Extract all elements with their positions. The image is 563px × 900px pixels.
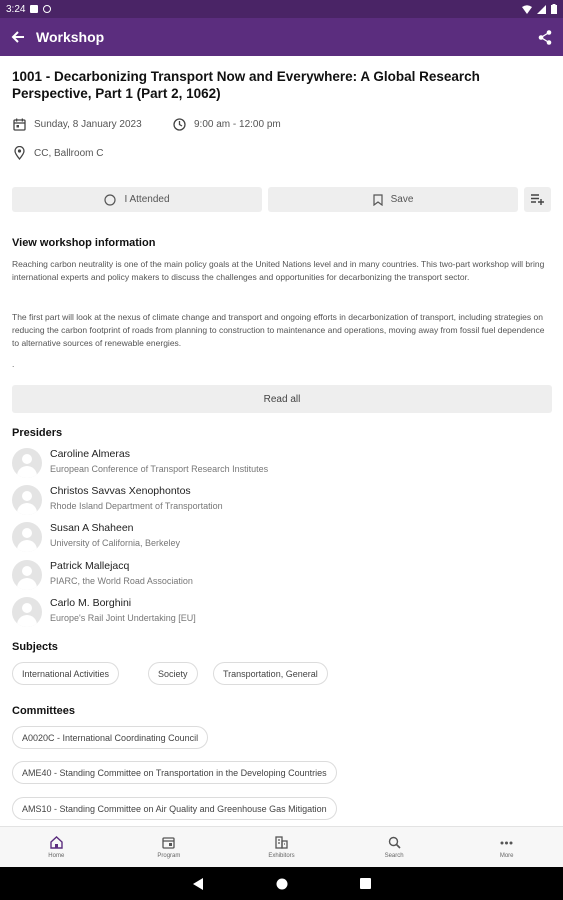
workshop-description-trailing: . (12, 359, 15, 369)
more-icon (500, 836, 514, 850)
i-attended-label: I Attended (124, 194, 170, 205)
location-pin-icon (12, 146, 26, 160)
avatar (12, 485, 42, 515)
presider-org: European Conference of Transport Researc… (50, 464, 269, 474)
system-recents-icon[interactable] (360, 878, 371, 889)
committee-chip[interactable]: AME40 - Standing Committee on Transporta… (12, 761, 337, 784)
nav-search-label: Search (384, 852, 404, 859)
presider-item[interactable]: Carlo M. Borghini Europe's Rail Joint Un… (12, 596, 552, 630)
presider-item[interactable]: Susan A Shaheen University of California… (12, 521, 552, 555)
presider-item[interactable]: Christos Savvas Xenophontos Rhode Island… (12, 484, 552, 518)
read-all-label: Read all (263, 393, 301, 405)
home-icon (49, 836, 63, 850)
search-icon (387, 836, 401, 850)
nav-home-label: Home (48, 852, 65, 859)
arrow-back-icon (11, 31, 24, 43)
presider-name: Christos Savvas Xenophontos (50, 485, 191, 497)
nav-program-label: Program (157, 852, 181, 859)
presiders-heading: Presiders (12, 427, 63, 439)
clock-icon (172, 117, 186, 131)
avatar (12, 522, 42, 552)
workshop-description-paragraph-2: The first part will look at the nexus of… (12, 312, 545, 348)
nav-search[interactable]: Search (338, 827, 451, 867)
nav-more-label: More (499, 852, 514, 859)
presider-org: Europe's Rail Joint Undertaking [EU] (50, 613, 196, 623)
subjects-heading: Subjects (12, 641, 58, 653)
bookmark-icon (372, 193, 383, 206)
nav-program[interactable]: Program (113, 827, 226, 867)
avatar (12, 448, 42, 478)
notification-icon (30, 5, 39, 13)
signal-icon (537, 4, 546, 14)
avatar (12, 560, 42, 590)
workshop-info-heading: View workshop information (12, 237, 156, 249)
nav-exhibitors[interactable]: Exhibitors (225, 827, 338, 867)
building-icon (274, 836, 288, 850)
app-bar-title: Workshop (36, 29, 105, 45)
event-date: Sunday, 8 January 2023 (34, 118, 142, 130)
presider-name: Carlo M. Borghini (50, 597, 132, 609)
status-bar: 3:24 (0, 0, 563, 18)
add-to-playlist-button[interactable] (524, 187, 551, 212)
event-date-row: Sunday, 8 January 2023 (12, 117, 142, 131)
bottom-navigation: Home Program Exhibitors Search More (0, 826, 563, 867)
presider-name: Susan A Shaheen (50, 522, 134, 534)
share-button[interactable] (527, 18, 563, 56)
presider-org: University of California, Berkeley (50, 538, 181, 548)
i-attended-button[interactable]: I Attended (12, 187, 262, 212)
presider-name: Caroline Almeras (50, 448, 130, 460)
save-label: Save (390, 194, 414, 205)
share-icon (538, 29, 552, 45)
subject-chip[interactable]: International Activities (12, 662, 120, 685)
presider-name: Patrick Mallejacq (50, 560, 130, 572)
subject-chip[interactable]: Transportation, General (213, 662, 328, 685)
event-location-row: CC, Ballroom C (12, 146, 103, 160)
calendar-icon (12, 117, 26, 131)
presider-org: PIARC, the World Road Association (50, 576, 193, 586)
presider-org: Rhode Island Department of Transportatio… (50, 501, 223, 511)
presider-item[interactable]: Patrick Mallejacq PIARC, the World Road … (12, 559, 552, 593)
committee-chip[interactable]: AMS10 - Standing Committee on Air Qualit… (12, 797, 337, 820)
event-time-row: 9:00 am - 12:00 pm (172, 117, 281, 131)
circle-outline-icon (104, 193, 117, 206)
battery-icon (551, 4, 557, 14)
subject-chip[interactable]: Society (148, 662, 198, 685)
committees-heading: Committees (12, 705, 75, 717)
committee-chip[interactable]: A0020C - International Coordinating Coun… (12, 726, 209, 749)
system-back-icon[interactable] (192, 877, 204, 890)
calendar-icon (162, 836, 176, 850)
read-all-button[interactable]: Read all (12, 385, 552, 413)
avatar (12, 597, 42, 627)
workshop-detail[interactable]: 1001 - Decarbonizing Transport Now and E… (0, 56, 563, 826)
event-time: 9:00 am - 12:00 pm (194, 118, 281, 130)
app-bar: Workshop (0, 18, 563, 56)
nav-home[interactable]: Home (0, 827, 113, 867)
presider-item[interactable]: Caroline Almeras European Conference of … (12, 447, 552, 481)
wifi-icon (522, 4, 532, 14)
playlist-add-icon (531, 194, 544, 205)
system-home-icon[interactable] (276, 878, 288, 890)
nav-exhibitors-label: Exhibitors (268, 852, 295, 859)
status-time: 3:24 (6, 3, 26, 15)
event-title: 1001 - Decarbonizing Transport Now and E… (12, 69, 480, 101)
system-navigation-bar (0, 867, 563, 900)
back-button[interactable] (0, 18, 36, 56)
sync-icon (43, 5, 52, 13)
workshop-description-paragraph-1: Reaching carbon neutrality is one of the… (12, 259, 545, 282)
nav-more[interactable]: More (450, 827, 563, 867)
event-location: CC, Ballroom C (34, 147, 104, 159)
save-button[interactable]: Save (268, 187, 518, 212)
